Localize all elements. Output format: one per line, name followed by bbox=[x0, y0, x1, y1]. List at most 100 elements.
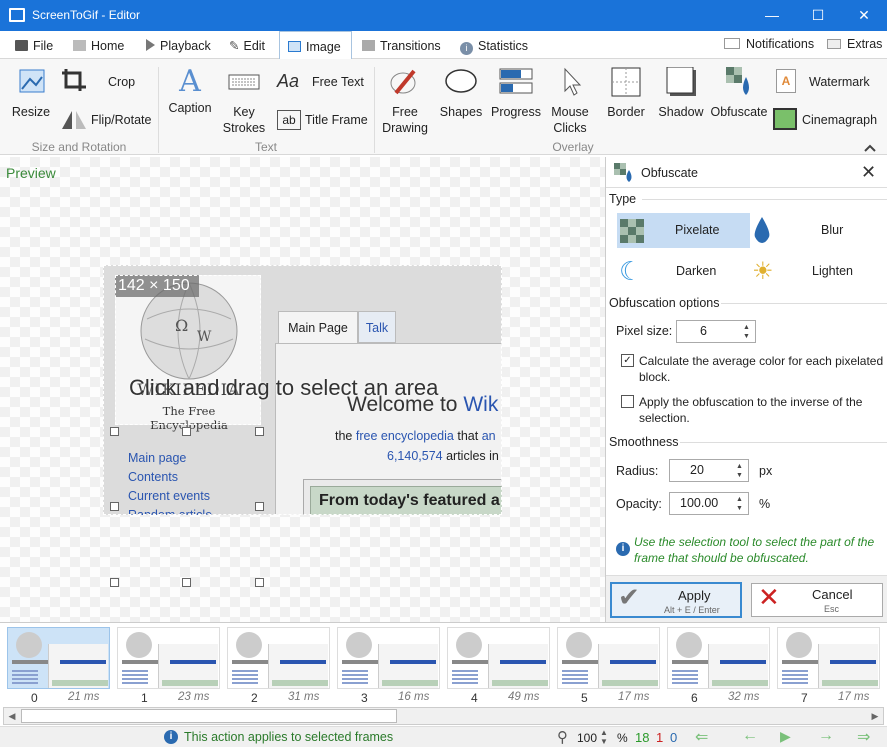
frame-thumbnail[interactable] bbox=[447, 627, 550, 689]
frame-thumbnail[interactable] bbox=[557, 627, 660, 689]
watermark-button[interactable]: Watermark bbox=[809, 75, 870, 89]
tab-image[interactable]: Image bbox=[279, 31, 352, 59]
tab-file[interactable]: File bbox=[15, 31, 53, 58]
frame-delay: 49 ms bbox=[508, 691, 540, 703]
minimize-button[interactable]: — bbox=[749, 0, 795, 31]
last-frame-icon[interactable]: ⇒ bbox=[857, 727, 870, 747]
notifications-button[interactable]: Notifications bbox=[746, 37, 814, 51]
resize-handle[interactable] bbox=[255, 427, 264, 436]
frame-strip[interactable]: 0 21 ms 1 23 ms 2 31 ms 3 16 ms 4 49 ms 5 17 ms 6 32 … bbox=[0, 622, 887, 706]
close-button[interactable]: ✕ bbox=[841, 0, 887, 31]
cancel-button[interactable]: ✕ Cancel Esc bbox=[751, 582, 883, 617]
zoom-value[interactable]: 100 bbox=[577, 731, 597, 745]
frame-delay: 17 ms bbox=[838, 691, 870, 703]
avg-color-checkbox[interactable]: ✓ bbox=[621, 354, 634, 367]
maximize-button[interactable]: ☐ bbox=[795, 0, 841, 31]
transitions-icon bbox=[362, 40, 375, 51]
caption-icon: A bbox=[179, 64, 201, 99]
frame-thumbnail[interactable] bbox=[337, 627, 440, 689]
resize-button[interactable]: Resize bbox=[8, 67, 54, 120]
flip-rotate-button[interactable]: Flip/Rotate bbox=[91, 113, 151, 127]
next-frame-icon[interactable]: → bbox=[818, 727, 834, 745]
first-frame-icon[interactable]: ⇐ bbox=[695, 727, 708, 747]
crop-button[interactable]: Crop bbox=[108, 75, 135, 89]
frame-thumbnail[interactable] bbox=[227, 627, 330, 689]
resize-handle[interactable] bbox=[255, 578, 264, 587]
shapes-button[interactable]: Shapes bbox=[437, 67, 485, 120]
caption-button[interactable]: A Caption bbox=[165, 67, 215, 116]
type-pixelate-button[interactable]: Pixelate bbox=[617, 213, 750, 248]
avg-color-label: Calculate the average color for each pix… bbox=[639, 354, 884, 384]
scroll-right-icon[interactable]: ▶ bbox=[867, 708, 883, 724]
key-strokes-button[interactable]: Key Strokes bbox=[222, 67, 266, 136]
resize-handle[interactable] bbox=[255, 502, 264, 511]
keyboard-icon bbox=[228, 74, 260, 90]
apply-button[interactable]: ✔ Apply Alt + E / Enter bbox=[610, 582, 742, 618]
wiki-tab-talk: Talk bbox=[358, 311, 396, 343]
play-icon[interactable]: ▶ bbox=[780, 728, 791, 745]
crop-icon bbox=[60, 67, 90, 93]
resize-icon bbox=[19, 69, 45, 93]
resize-handle[interactable] bbox=[182, 427, 191, 436]
thumbnail-globe bbox=[566, 632, 592, 658]
zoom-spin-icon[interactable]: ▲ ▼ bbox=[600, 728, 608, 746]
tab-transitions[interactable]: Transitions bbox=[362, 31, 441, 58]
type-lighten-button[interactable]: ☀ Lighten bbox=[750, 254, 883, 289]
type-label: Type bbox=[609, 192, 637, 206]
thumbnail-globe bbox=[236, 632, 262, 658]
frame-thumbnail[interactable] bbox=[117, 627, 220, 689]
spin-arrows-icon[interactable]: ▲ ▼ bbox=[743, 323, 751, 341]
smoothness-label: Smoothness bbox=[609, 435, 679, 449]
scroll-left-icon[interactable]: ◀ bbox=[4, 708, 20, 724]
opacity-input[interactable]: 100.00 ▲ ▼ bbox=[669, 492, 749, 515]
wiki-article-count: 6,140,574 articles in E bbox=[387, 449, 499, 463]
scrollbar-thumb[interactable] bbox=[21, 709, 397, 723]
status-message: This action applies to selected frames bbox=[184, 730, 394, 744]
horizontal-scrollbar[interactable]: ◀ ▶ bbox=[3, 707, 884, 725]
spin-arrows-icon[interactable]: ▲ ▼ bbox=[736, 495, 744, 513]
free-text-button[interactable]: Free Text bbox=[312, 75, 364, 89]
preview-area[interactable]: Preview Ω W WIKIPEDIA The Free Encyclope… bbox=[0, 157, 606, 622]
opacity-label: Opacity: bbox=[616, 497, 662, 511]
frame-thumbnail[interactable] bbox=[777, 627, 880, 689]
free-drawing-button[interactable]: Free Drawing bbox=[380, 67, 430, 136]
resize-handle[interactable] bbox=[110, 502, 119, 511]
type-darken-button[interactable]: ☾ Darken bbox=[617, 254, 750, 289]
frame-delay: 32 ms bbox=[728, 691, 760, 703]
current-frame: 0 bbox=[670, 730, 678, 745]
progress-button[interactable]: Progress bbox=[490, 67, 542, 120]
tab-edit[interactable]: ✎ Edit bbox=[229, 31, 265, 58]
frame-image[interactable]: Ω W WIKIPEDIA The Free Encyclopedia 142 … bbox=[103, 265, 502, 515]
selection-rectangle[interactable] bbox=[115, 275, 261, 425]
cinemagraph-button[interactable]: Cinemagraph bbox=[802, 113, 877, 127]
mouse-clicks-button[interactable]: Mouse Clicks bbox=[547, 67, 593, 136]
frame-number: 3 bbox=[361, 691, 368, 705]
frame-thumbnail[interactable] bbox=[667, 627, 770, 689]
pencil-icon: ✎ bbox=[229, 39, 240, 53]
title-frame-button[interactable]: Title Frame bbox=[305, 113, 368, 127]
extras-button[interactable]: Extras bbox=[847, 37, 882, 51]
resize-handle[interactable] bbox=[110, 427, 119, 436]
obfuscate-button[interactable]: Obfuscate bbox=[708, 67, 770, 120]
pixel-size-input[interactable]: 6 ▲ ▼ bbox=[676, 320, 756, 343]
tab-home[interactable]: Home bbox=[73, 31, 124, 58]
tab-statistics[interactable]: i Statistics bbox=[460, 31, 528, 58]
notification-icon bbox=[724, 38, 740, 49]
frame-delay: 16 ms bbox=[398, 691, 430, 703]
spin-arrows-icon[interactable]: ▲ ▼ bbox=[736, 462, 744, 480]
resize-handle[interactable] bbox=[110, 578, 119, 587]
type-blur-button[interactable]: Blur bbox=[750, 213, 883, 248]
shadow-button[interactable]: Shadow bbox=[656, 66, 706, 120]
wiki-tab-main: Main Page bbox=[278, 311, 358, 343]
title-frame-icon: ab bbox=[277, 110, 301, 130]
radius-input[interactable]: 20 ▲ ▼ bbox=[669, 459, 749, 482]
previous-frame-icon[interactable]: ← bbox=[742, 727, 758, 745]
panel-close-button[interactable]: ✕ bbox=[861, 162, 876, 183]
border-button[interactable]: Border bbox=[603, 67, 649, 120]
tab-playback[interactable]: Playback bbox=[146, 31, 211, 58]
frame-thumbnail[interactable] bbox=[7, 627, 110, 689]
resize-handle[interactable] bbox=[182, 578, 191, 587]
inverse-checkbox[interactable] bbox=[621, 395, 634, 408]
collapse-ribbon-icon[interactable] bbox=[864, 142, 876, 152]
wiki-nav-item: Contents bbox=[128, 470, 179, 484]
